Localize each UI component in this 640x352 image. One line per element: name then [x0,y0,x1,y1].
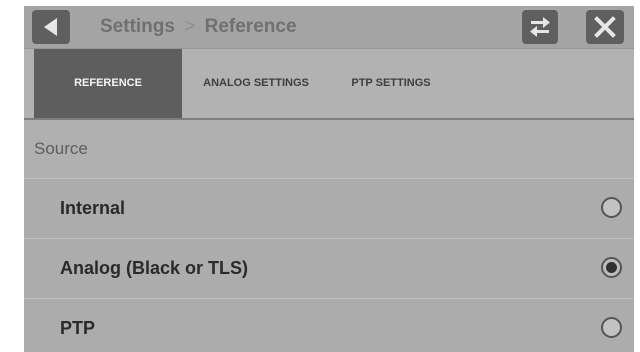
close-x-icon [594,16,616,38]
radio-ptp[interactable] [601,317,622,338]
source-option-internal[interactable]: Internal [24,179,634,239]
option-label: PTP [60,318,96,338]
radio-analog[interactable] [601,257,622,278]
swap-button[interactable] [522,10,558,44]
source-section-header: Source [24,120,634,179]
title-bar: Settings > Reference [24,6,634,49]
close-button[interactable] [586,10,624,44]
radio-selected-dot [606,262,617,273]
tab-reference[interactable]: REFERENCE [34,49,182,118]
source-option-analog[interactable]: Analog (Black or TLS) [24,239,634,299]
breadcrumb: Settings > Reference [100,6,297,48]
swap-arrows-icon [530,17,550,37]
tab-bar: REFERENCE ANALOG SETTINGS PTP SETTINGS [24,49,634,120]
source-option-ptp[interactable]: PTP [24,299,634,352]
source-heading: Source [34,139,88,158]
radio-internal[interactable] [601,197,622,218]
breadcrumb-parent[interactable]: Settings [100,16,175,37]
back-button[interactable] [32,10,70,44]
breadcrumb-separator: > [184,16,196,37]
breadcrumb-current: Reference [204,16,297,37]
tab-ptp-settings[interactable]: PTP SETTINGS [330,49,452,118]
back-arrow-icon [44,18,57,36]
settings-screen: Settings > Reference REFERENCE ANALOG SE… [24,6,634,352]
tab-analog-settings[interactable]: ANALOG SETTINGS [182,49,330,118]
option-label: Analog (Black or TLS) [60,258,249,278]
option-label: Internal [60,198,126,218]
